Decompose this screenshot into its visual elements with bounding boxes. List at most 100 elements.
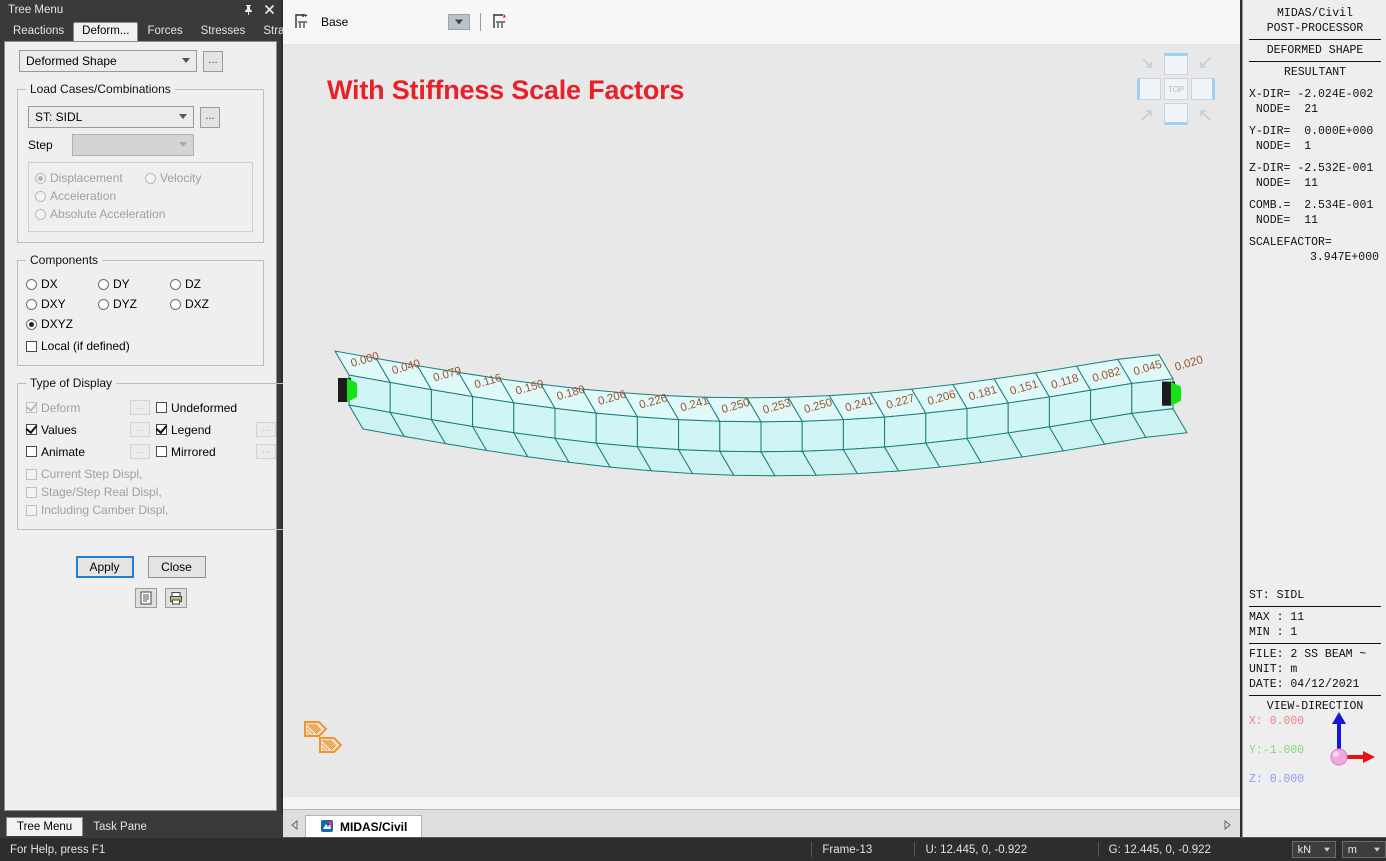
tab-stresses[interactable]: Stresses — [192, 22, 255, 41]
radio-indicator — [170, 279, 181, 290]
legend-options-button[interactable]: ... — [256, 422, 276, 437]
checkbox-indicator — [26, 505, 37, 516]
beam-element-face — [885, 413, 926, 447]
radio-dy[interactable]: DY — [98, 277, 170, 291]
checkbox-including-camber-displ[interactable]: Including Camber Displ, — [26, 503, 168, 517]
mirrored-options-button[interactable]: ... — [256, 444, 276, 459]
result-y-dir: Y-DIR= 0.000E+000 — [1243, 124, 1386, 139]
close-button[interactable]: Close — [148, 556, 206, 578]
deform-options-button[interactable]: ... — [130, 400, 150, 415]
beam-element-face — [555, 408, 596, 443]
document-tab-midas-civil[interactable]: MIDAS/Civil — [305, 815, 422, 838]
checkbox-animate[interactable]: Animate — [26, 445, 130, 459]
checkbox-current-step-displ-label: Current Step Displ, — [41, 467, 142, 481]
checkbox-local[interactable]: Local (if defined) — [26, 339, 130, 353]
length-unit-select[interactable]: m — [1342, 841, 1386, 858]
checkbox-indicator — [156, 402, 167, 413]
legend-processor-name: POST-PROCESSOR — [1243, 21, 1386, 36]
checkbox-current-step-displ[interactable]: Current Step Displ, — [26, 467, 142, 481]
deformations-form: Deformed Shape ... Load Cases/Combinatio… — [4, 41, 277, 811]
print-icon[interactable] — [165, 588, 187, 608]
values-options-button[interactable]: ... — [130, 422, 150, 437]
form-icon-buttons — [45, 588, 276, 608]
radio-dx-label: DX — [41, 277, 58, 291]
checkbox-deform[interactable]: Deform — [26, 401, 130, 415]
beam-element-face — [514, 403, 555, 439]
midas-doc-icon — [320, 819, 334, 836]
pin-icon[interactable] — [243, 4, 254, 17]
radio-velocity[interactable]: Velocity — [145, 171, 201, 185]
beam-element-face — [679, 420, 720, 452]
chevron-down-icon — [182, 58, 190, 63]
radio-indicator — [26, 319, 37, 330]
chevron-down-icon — [1374, 847, 1380, 851]
checkbox-undeformed[interactable]: Undeformed — [156, 401, 256, 415]
radio-dx[interactable]: DX — [26, 277, 98, 291]
bottom-tab-task-pane[interactable]: Task Pane — [83, 818, 157, 836]
beam-element-face — [761, 421, 802, 452]
scalefactor-label: SCALEFACTOR= — [1243, 235, 1386, 250]
radio-acceleration[interactable]: Acceleration — [35, 189, 116, 203]
viewport[interactable]: With Stiffness Scale Factors TOP — [283, 45, 1240, 797]
value-label: 0.020 — [1174, 354, 1205, 373]
chevron-down-icon — [1324, 847, 1330, 851]
display-mode-select[interactable]: Deformed Shape — [19, 50, 197, 72]
nav-right-icon[interactable] — [1216, 812, 1238, 838]
radio-dz[interactable]: DZ — [170, 277, 230, 291]
toolbar-separator — [480, 13, 481, 31]
tab-reactions[interactable]: Reactions — [4, 22, 73, 41]
display-mode-options-button[interactable]: ... — [203, 51, 223, 72]
text-output-icon[interactable] — [135, 588, 157, 608]
checkbox-indicator — [156, 424, 167, 435]
animate-options-button[interactable]: ... — [130, 444, 150, 459]
stage-dropdown-button[interactable] — [448, 14, 470, 30]
load-case-options-button[interactable]: ... — [200, 107, 220, 128]
checkbox-values[interactable]: Values — [26, 423, 130, 437]
force-unit-select[interactable]: kN — [1292, 841, 1336, 858]
radio-dyz[interactable]: DYZ — [98, 297, 170, 311]
legend-divider — [1249, 695, 1381, 696]
radio-dxyz[interactable]: DXYZ — [26, 317, 98, 331]
checkbox-legend-label: Legend — [171, 423, 211, 437]
stage-table-icon[interactable] — [293, 11, 313, 34]
type-of-display-legend: Type of Display — [26, 376, 116, 390]
support-marker — [1162, 382, 1181, 406]
beam-element-face — [802, 420, 843, 452]
radio-absolute-acceleration[interactable]: Absolute Acceleration — [35, 207, 165, 221]
chevron-down-icon — [179, 114, 187, 119]
tree-menu-titlebar: Tree Menu — [0, 0, 281, 20]
stage-edit-icon[interactable] — [491, 11, 511, 34]
result-z-dir: Z-DIR= -2.532E-001 — [1243, 161, 1386, 176]
components-legend: Components — [26, 253, 102, 267]
radio-dy-label: DY — [113, 277, 130, 291]
display-mode-value: Deformed Shape — [26, 54, 117, 68]
tab-deformations[interactable]: Deform... — [73, 22, 138, 41]
radio-dxy[interactable]: DXY — [26, 297, 98, 311]
status-gcs-coords: G: 12.445, 0, -0.922 — [1098, 842, 1286, 857]
close-icon[interactable] — [264, 4, 275, 17]
checkbox-mirrored[interactable]: Mirrored — [156, 445, 256, 459]
nav-left-icon[interactable] — [283, 812, 305, 838]
apply-button[interactable]: Apply — [76, 556, 134, 578]
length-unit-value: m — [1348, 844, 1357, 856]
measure-tags-icon[interactable] — [297, 712, 349, 767]
legend-load-case: ST: SIDL — [1243, 588, 1386, 603]
support-marker — [338, 378, 357, 402]
checkbox-legend[interactable]: Legend — [156, 423, 256, 437]
checkbox-values-label: Values — [41, 423, 77, 437]
radio-dxz[interactable]: DXZ — [170, 297, 230, 311]
result-comb-node: NODE= 11 — [1243, 213, 1386, 228]
bottom-tab-tree-menu[interactable]: Tree Menu — [6, 817, 83, 836]
radio-dxyz-label: DXYZ — [41, 317, 73, 331]
step-select[interactable] — [72, 134, 194, 156]
checkbox-stage-step-real-displ[interactable]: Stage/Step Real Displ, — [26, 485, 162, 499]
checkbox-stage-step-real-displ-label: Stage/Step Real Displ, — [41, 485, 162, 499]
radio-displacement[interactable]: Displacement — [35, 171, 145, 185]
result-comb: COMB.= 2.534E-001 — [1243, 198, 1386, 213]
tab-forces[interactable]: Forces — [138, 22, 191, 41]
checkbox-indicator — [156, 446, 167, 457]
legend-divider — [1249, 61, 1381, 62]
load-case-select[interactable]: ST: SIDL — [28, 106, 194, 128]
form-buttons: Apply Close — [5, 556, 276, 578]
radio-dxy-label: DXY — [41, 297, 66, 311]
